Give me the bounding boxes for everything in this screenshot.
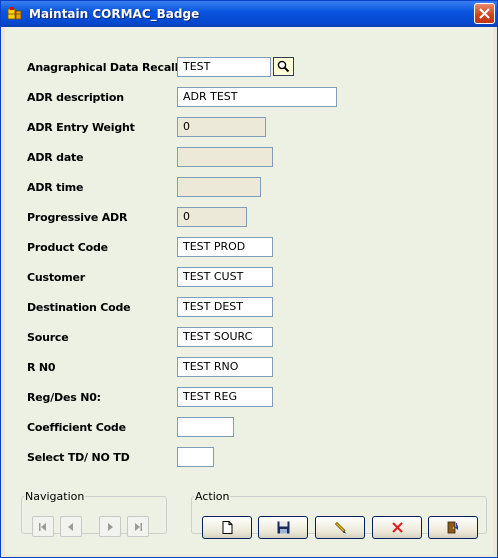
reg-des-no-input[interactable]: TEST REG: [177, 387, 273, 407]
title-bar[interactable]: Maintain CORMAC_Badge: [1, 1, 497, 27]
exit-button[interactable]: [428, 516, 478, 539]
delete-button[interactable]: [372, 516, 422, 539]
close-button[interactable]: [474, 3, 495, 24]
action-group: Action: [191, 490, 487, 539]
coefficient-code-input[interactable]: [177, 417, 234, 437]
previous-record-icon: [68, 523, 73, 531]
adr-time-input: [177, 177, 261, 197]
edit-pencil-icon: [334, 521, 347, 534]
adr-entry-weight-label: ADR Entry Weight: [27, 121, 135, 134]
r-no-input[interactable]: TEST RNO: [177, 357, 273, 377]
select-td-label: Select TD/ NO TD: [27, 451, 130, 464]
last-record-icon: [135, 523, 142, 531]
first-record-icon: [39, 523, 46, 531]
adr-date-input: [177, 147, 273, 167]
exit-door-icon: [447, 521, 458, 534]
window-title: Maintain CORMAC_Badge: [29, 7, 200, 21]
product-code-label: Product Code: [27, 241, 108, 254]
navigation-legend: Navigation: [25, 490, 85, 503]
form-panel: Anagraphical Data Recall TEST ADR descri…: [5, 27, 493, 555]
progressive-adr-input: 0: [177, 207, 247, 227]
select-td-input[interactable]: [177, 447, 214, 467]
action-legend: Action: [195, 490, 230, 503]
adr-description-label: ADR description: [27, 91, 124, 104]
navigation-group: Navigation: [21, 490, 167, 537]
customer-input[interactable]: TEST CUST: [177, 267, 273, 287]
new-document-icon: [222, 521, 233, 534]
progressive-adr-label: Progressive ADR: [27, 211, 128, 224]
r-no-label: R N0: [27, 361, 56, 374]
app-icon: [7, 6, 23, 22]
magnifier-icon: [277, 60, 290, 73]
destination-code-input[interactable]: TEST DEST: [177, 297, 273, 317]
source-input[interactable]: TEST SOURC: [177, 327, 273, 347]
edit-button[interactable]: [315, 516, 365, 539]
adr-description-input[interactable]: ADR TEST: [177, 87, 337, 107]
close-icon: [479, 8, 490, 19]
product-code-input[interactable]: TEST PROD: [177, 237, 273, 257]
save-button[interactable]: [258, 516, 308, 539]
adr-recall-label: Anagraphical Data Recall: [27, 61, 179, 74]
maintain-window: Maintain CORMAC_Badge Anagraphical Data …: [0, 0, 498, 558]
adr-time-label: ADR time: [27, 181, 84, 194]
first-record-button[interactable]: [32, 516, 54, 537]
adr-recall-search-button[interactable]: [273, 57, 294, 76]
reg-des-no-label: Reg/Des N0:: [27, 391, 101, 404]
next-record-icon: [108, 523, 113, 531]
delete-x-icon: [392, 522, 403, 533]
save-disk-icon: [277, 521, 290, 534]
source-label: Source: [27, 331, 69, 344]
last-record-button[interactable]: [127, 516, 149, 537]
adr-entry-weight-input: 0: [177, 117, 266, 137]
new-button[interactable]: [202, 516, 252, 539]
previous-record-button[interactable]: [60, 516, 82, 537]
adr-recall-input[interactable]: TEST: [177, 57, 271, 77]
next-record-button[interactable]: [99, 516, 121, 537]
adr-date-label: ADR date: [27, 151, 84, 164]
destination-code-label: Destination Code: [27, 301, 131, 314]
coefficient-code-label: Coefficient Code: [27, 421, 126, 434]
customer-label: Customer: [27, 271, 86, 284]
